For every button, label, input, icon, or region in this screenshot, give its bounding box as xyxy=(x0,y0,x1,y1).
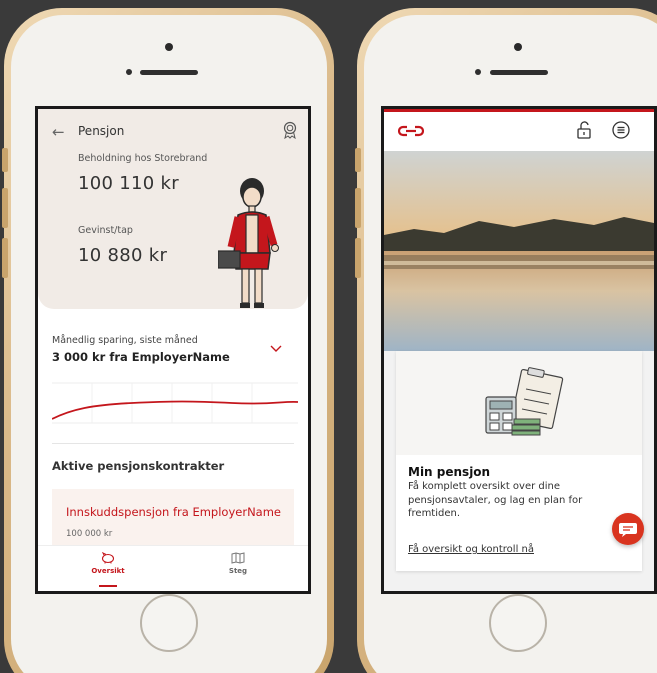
left-screen: ← Pensjon Beholdning hos Storebrand 100 … xyxy=(35,106,311,594)
monthly-savings-label: Månedlig sparing, siste måned xyxy=(52,335,198,346)
savings-sparkline xyxy=(52,382,298,424)
map-icon xyxy=(231,552,245,564)
calculator-checklist-illustration xyxy=(396,351,642,455)
woman-illustration xyxy=(218,178,279,308)
storebrand-logo[interactable] xyxy=(398,125,424,137)
gain-label: Gevinst/tap xyxy=(78,225,133,236)
page-title: Pensjon xyxy=(78,124,125,138)
award-badge-icon[interactable] xyxy=(282,121,298,139)
volume-up-button xyxy=(2,188,8,228)
tab-steg[interactable]: Steg xyxy=(203,552,273,575)
chevron-down-icon[interactable] xyxy=(270,345,282,353)
contract-amount: 100 000 kr xyxy=(66,529,113,539)
mute-switch xyxy=(2,148,8,172)
front-camera xyxy=(514,43,522,51)
card-title: Min pensjon xyxy=(408,465,491,479)
holding-label: Beholdning hos Storebrand xyxy=(78,153,208,164)
chat-button[interactable] xyxy=(612,513,644,545)
home-button[interactable] xyxy=(140,594,198,652)
volume-up-button xyxy=(355,188,361,228)
app-header xyxy=(384,109,654,151)
pension-hero: ← Pensjon Beholdning hos Storebrand 100 … xyxy=(38,109,308,309)
active-tab-indicator xyxy=(99,585,117,587)
contract-card[interactable]: Innskuddspensjon fra EmployerName 100 00… xyxy=(52,489,294,549)
active-contracts-heading: Aktive pensjonskontrakter xyxy=(52,459,225,473)
monthly-savings-value: 3 000 kr fra EmployerName xyxy=(52,350,230,364)
home-button[interactable] xyxy=(489,594,547,652)
bottom-tab-bar: Oversikt Steg xyxy=(38,545,308,591)
right-screen: Min pensjon Få komplett oversikt over di… xyxy=(381,106,657,594)
earpiece-speaker xyxy=(490,70,548,75)
tab-oversikt-label: Oversikt xyxy=(91,567,125,575)
tab-oversikt[interactable]: Oversikt xyxy=(73,552,143,587)
holding-amount: 100 110 kr xyxy=(78,173,179,194)
contract-title: Innskuddspensjon fra EmployerName xyxy=(66,505,281,519)
content-area: Min pensjon Få komplett oversikt over di… xyxy=(384,351,654,591)
mute-switch xyxy=(355,148,361,172)
earpiece-speaker xyxy=(140,70,198,75)
card-link[interactable]: Få oversikt og kontroll nå xyxy=(408,544,534,555)
phone-right: Min pensjon Få komplett oversikt over di… xyxy=(355,8,657,673)
tab-steg-label: Steg xyxy=(228,567,248,575)
proximity-sensor xyxy=(126,69,132,75)
proximity-sensor xyxy=(475,69,481,75)
chat-bubble-icon xyxy=(619,523,637,537)
card-description: Få komplett oversikt over dine pensjonsa… xyxy=(408,481,583,519)
volume-down-button xyxy=(355,238,361,278)
gain-amount: 10 880 kr xyxy=(78,245,168,266)
front-camera xyxy=(165,43,173,51)
phone-left: ← Pensjon Beholdning hos Storebrand 100 … xyxy=(2,8,334,673)
piggy-bank-icon xyxy=(101,552,115,564)
lock-open-icon[interactable] xyxy=(576,121,592,139)
volume-down-button xyxy=(2,238,8,278)
lake-landscape-image xyxy=(384,151,654,351)
back-arrow-icon[interactable]: ← xyxy=(52,123,65,141)
menu-icon[interactable] xyxy=(612,121,630,139)
min-pensjon-card[interactable]: Min pensjon Få komplett oversikt over di… xyxy=(396,351,644,571)
divider xyxy=(52,443,294,444)
